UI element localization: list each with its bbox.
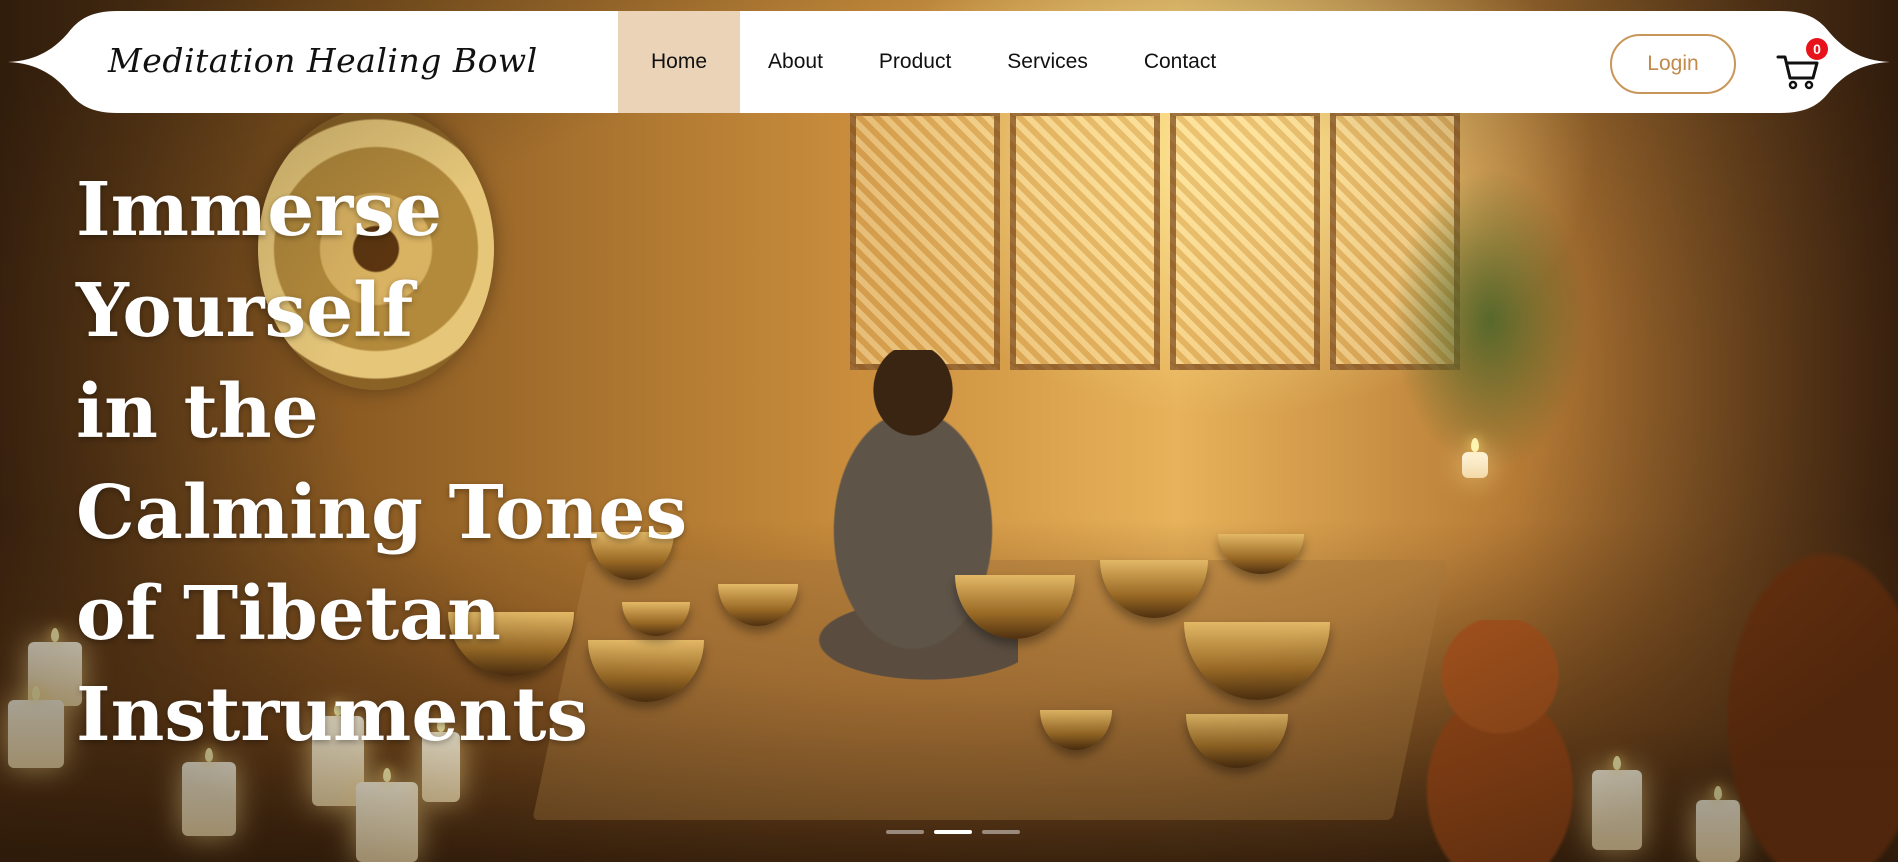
headline-line: Immerse [76, 167, 443, 253]
nav-item-contact[interactable]: Contact [1116, 11, 1244, 113]
slide-indicator-2[interactable] [934, 830, 972, 834]
nav-item-home[interactable]: Home [618, 11, 741, 113]
hero-banner: Meditation Healing Bowl Home About Produ… [0, 0, 1898, 862]
hero-headline: Immerse Yourself in the Calming Tones of… [76, 160, 696, 766]
slide-indicator-3[interactable] [982, 830, 1020, 834]
slider-indicators [886, 830, 1020, 834]
slide-indicator-1[interactable] [886, 830, 924, 834]
headline-line: Instruments [76, 672, 589, 758]
login-button[interactable]: Login [1610, 34, 1736, 94]
nav-item-about[interactable]: About [740, 11, 851, 113]
nav-item-services[interactable]: Services [979, 11, 1116, 113]
nav-item-product[interactable]: Product [851, 11, 979, 113]
brand-logo-text[interactable]: Meditation Healing Bowl [108, 41, 538, 80]
navbar: Meditation Healing Bowl Home About Produ… [8, 11, 1890, 113]
headline-line: Calming Tones [76, 470, 688, 556]
cart-count-badge: 0 [1806, 38, 1828, 60]
main-navigation: Home About Product Services Contact [618, 11, 1244, 113]
headline-line: in the [76, 369, 319, 455]
headline-line: of Tibetan [76, 571, 501, 657]
headline-line: Yourself [76, 268, 414, 354]
